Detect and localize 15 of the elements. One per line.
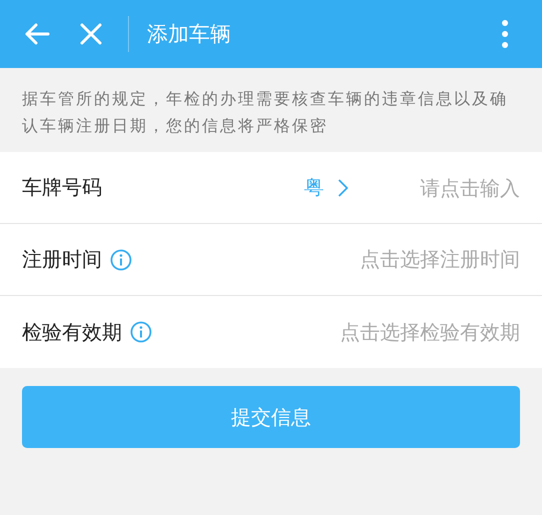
field-label: 车牌号码 [22,174,102,201]
back-icon [24,23,50,45]
field-label: 注册时间 [22,246,102,273]
info-icon[interactable] [110,248,132,270]
date-picker[interactable]: 点击选择检验有效期 [340,318,520,346]
page-title: 添加车辆 [147,21,232,48]
province-selector[interactable]: 粤 [304,174,348,201]
submit-button[interactable]: 提交信息 [22,386,520,448]
notice-text: 据车管所的规定，年检的办理需要核查车辆的违章信息以及确认车辆注册日期，您的信息将严格保密 [21,88,509,137]
close-icon [80,23,102,45]
info-icon[interactable] [130,321,152,343]
chevron-right-icon [338,178,348,196]
date-picker[interactable]: 点击选择注册时间 [360,246,520,273]
field-label: 检验有效期 [22,318,122,346]
more-icon [502,20,508,48]
